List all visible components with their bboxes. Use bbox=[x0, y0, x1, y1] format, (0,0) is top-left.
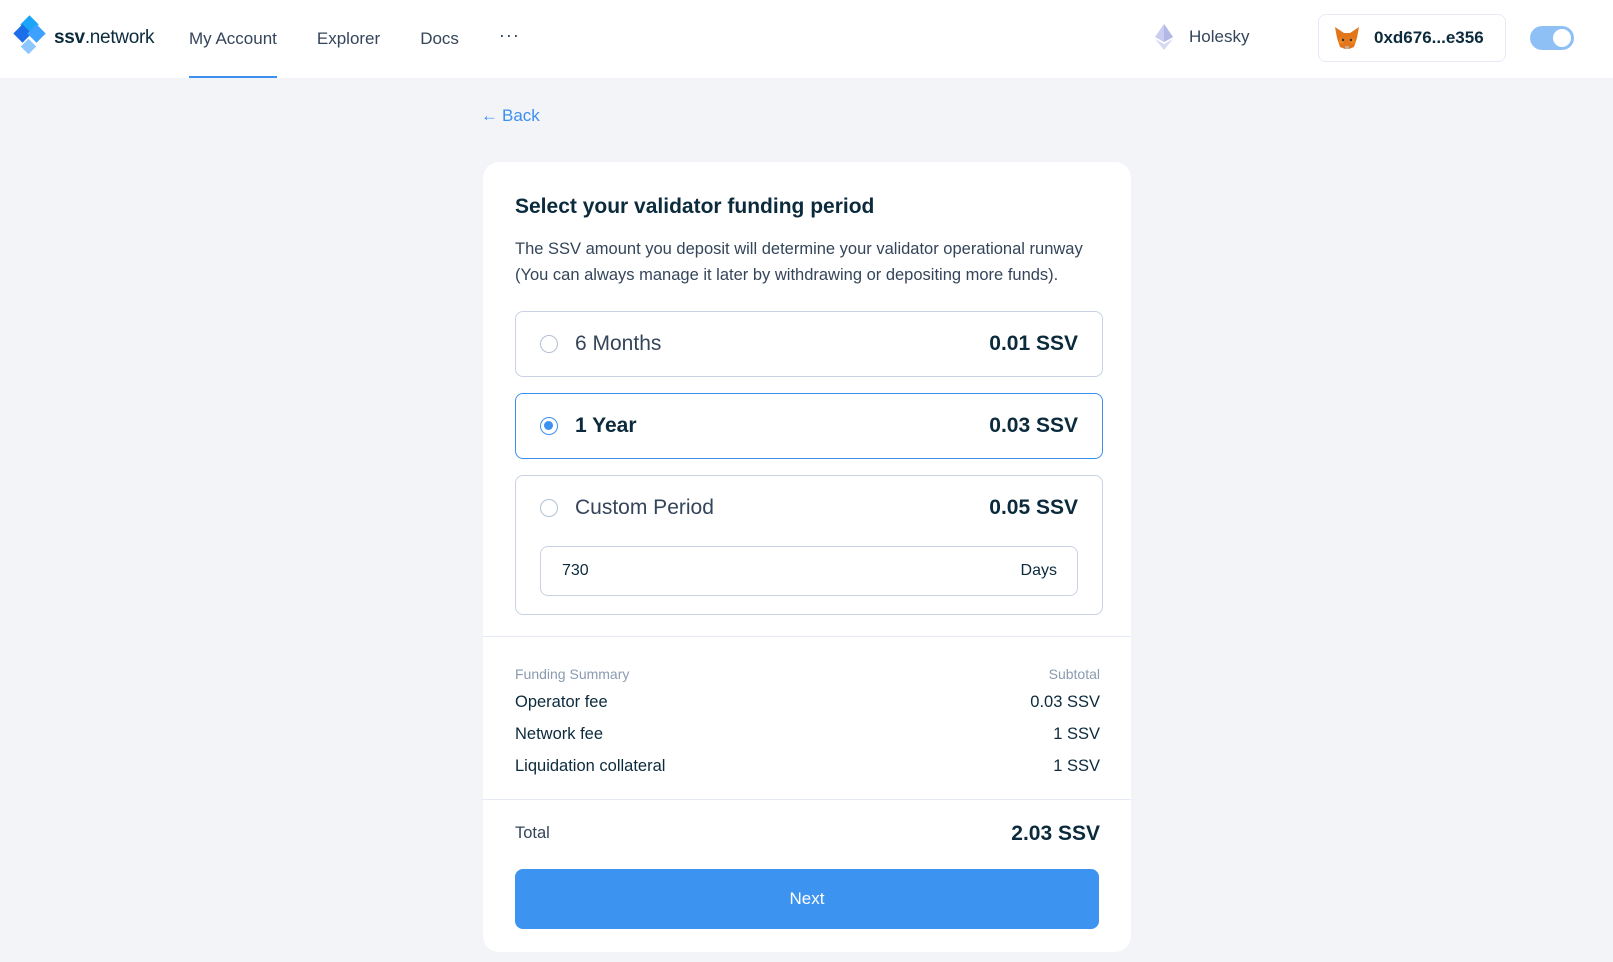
network-fee-value: 1 SSV bbox=[1053, 725, 1100, 743]
operator-fee-label: Operator fee bbox=[515, 693, 608, 711]
liquidation-collateral-value: 1 SSV bbox=[1053, 757, 1100, 775]
nav-more-menu-icon[interactable]: ··· bbox=[499, 0, 520, 74]
option-label: 1 Year bbox=[575, 414, 637, 437]
funding-summary-heading: Funding Summary bbox=[515, 666, 630, 682]
subtotal-heading: Subtotal bbox=[1048, 666, 1100, 682]
wallet-address: 0xd676...e356 bbox=[1374, 28, 1484, 47]
summary-divider bbox=[483, 636, 1131, 637]
total-value: 2.03 SSV bbox=[1011, 822, 1100, 845]
option-label: 6 Months bbox=[575, 332, 662, 355]
option-price: 0.03 SSV bbox=[989, 414, 1078, 437]
nav-my-account[interactable]: My Account bbox=[189, 0, 277, 78]
arrow-left-icon: ← bbox=[481, 106, 498, 125]
nav-docs[interactable]: Docs bbox=[420, 0, 459, 78]
ssv-logo[interactable]: ssv.network bbox=[13, 15, 155, 59]
option-price: 0.01 SSV bbox=[989, 332, 1078, 355]
network-fee-label: Network fee bbox=[515, 725, 604, 743]
total-divider bbox=[483, 799, 1131, 800]
main-nav: My Account Explorer Docs ··· bbox=[189, 0, 560, 78]
liquidation-collateral-label: Liquidation collateral bbox=[515, 757, 666, 775]
network-name: Holesky bbox=[1189, 27, 1250, 46]
custom-days-input[interactable] bbox=[562, 562, 1021, 580]
option-6-months[interactable]: 6 Months 0.01 SSV bbox=[515, 311, 1103, 377]
custom-days-field: Days bbox=[540, 546, 1078, 596]
wallet-button[interactable]: 0xd676...e356 bbox=[1318, 14, 1506, 62]
metamask-fox-icon bbox=[1335, 27, 1359, 49]
network-selector[interactable]: Holesky bbox=[1155, 24, 1249, 50]
option-price: 0.05 SSV bbox=[989, 496, 1078, 519]
radio-1-year[interactable] bbox=[540, 417, 558, 435]
ssv-logo-icon bbox=[13, 15, 46, 59]
nav-explorer[interactable]: Explorer bbox=[317, 0, 380, 78]
days-unit-label: Days bbox=[1020, 562, 1057, 579]
option-1-year[interactable]: 1 Year 0.03 SSV bbox=[515, 393, 1103, 459]
back-label: Back bbox=[502, 106, 540, 125]
back-link[interactable]: ← Back bbox=[481, 106, 540, 126]
logo-text: ssv.network bbox=[54, 27, 155, 48]
next-button[interactable]: Next bbox=[515, 869, 1099, 929]
radio-6-months[interactable] bbox=[540, 335, 558, 353]
total-label: Total bbox=[515, 824, 550, 842]
radio-custom-period[interactable] bbox=[540, 499, 558, 517]
funding-period-card: Select your validator funding period The… bbox=[483, 162, 1131, 952]
ethereum-icon bbox=[1155, 24, 1173, 50]
operator-fee-value: 0.03 SSV bbox=[1030, 693, 1100, 711]
top-header: ssv.network My Account Explorer Docs ···… bbox=[0, 0, 1613, 78]
card-description: The SSV amount you deposit will determin… bbox=[515, 240, 1083, 284]
card-title: Select your validator funding period bbox=[515, 195, 875, 218]
option-custom-period[interactable]: Custom Period 0.05 SSV Days bbox=[515, 475, 1103, 615]
option-label: Custom Period bbox=[575, 496, 714, 519]
theme-toggle[interactable] bbox=[1530, 26, 1574, 50]
